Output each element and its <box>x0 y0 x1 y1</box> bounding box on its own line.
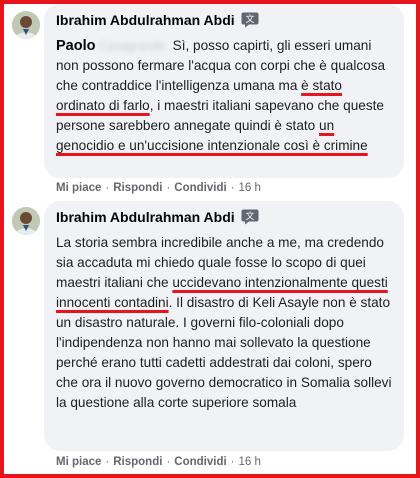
timestamp[interactable]: 16 h <box>239 456 261 468</box>
comment-bubble: Ibrahim Abdulrahman Abdi 文 Paolo Casagran… <box>44 4 404 178</box>
comment-bubble: Ibrahim Abdulrahman Abdi 文 La storia sem… <box>44 201 404 451</box>
svg-text:文: 文 <box>245 210 254 222</box>
translate-icon[interactable]: 文 <box>241 12 259 28</box>
mentioned-user-surname-blurred: Casagrande <box>99 39 165 53</box>
comment-author[interactable]: Ibrahim Abdulrahman Abdi <box>56 12 235 28</box>
comment-text: La storia sembra incredibile anche a me,… <box>56 233 392 413</box>
avatar[interactable] <box>12 207 40 235</box>
like-link[interactable]: Mi piace <box>56 182 101 194</box>
reply-link[interactable]: Rispondi <box>113 182 162 194</box>
comment-actions: Mi piace · Rispondi · Condividi · 16 h <box>56 182 261 194</box>
timestamp[interactable]: 16 h <box>239 182 261 194</box>
share-link[interactable]: Condividi <box>174 456 226 468</box>
text-segment: . Il disastro di Keli Asayle non è stato… <box>56 295 392 410</box>
mentioned-user[interactable]: Paolo <box>56 38 95 54</box>
avatar[interactable] <box>12 11 40 39</box>
comment-author[interactable]: Ibrahim Abdulrahman Abdi <box>56 209 235 225</box>
translate-icon[interactable]: 文 <box>241 209 259 225</box>
share-link[interactable]: Condividi <box>174 182 226 194</box>
reply-link[interactable]: Rispondi <box>113 456 162 468</box>
like-link[interactable]: Mi piace <box>56 456 101 468</box>
svg-text:文: 文 <box>245 13 254 25</box>
comment-text: Paolo Casagrande Sì, posso capirti, gli e… <box>56 36 392 156</box>
comment-actions: Mi piace · Rispondi · Condividi · 16 h <box>56 456 261 468</box>
